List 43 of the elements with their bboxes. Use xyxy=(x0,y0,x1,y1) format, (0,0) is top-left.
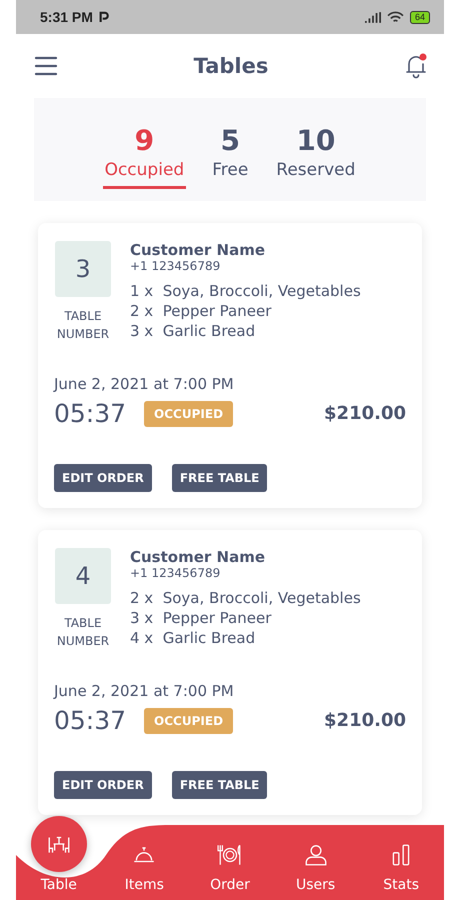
notification-bell-icon[interactable] xyxy=(404,53,428,79)
elapsed-timer: 05:37 xyxy=(54,399,126,428)
page-title: Tables xyxy=(194,54,268,78)
app-notification-icon xyxy=(98,11,109,23)
order-item: 2 x Pepper Paneer xyxy=(130,301,272,321)
edit-order-button[interactable]: EDIT ORDER xyxy=(54,464,152,492)
customer-phone: +1 123456789 xyxy=(130,259,222,273)
order-item: 1 x Soya, Broccoli, Vegetables xyxy=(130,281,361,301)
elapsed-timer: 05:37 xyxy=(54,706,126,735)
nav-tab[interactable]: Stats xyxy=(358,801,444,900)
order-item: 3 x Garlic Bread xyxy=(130,321,256,341)
status-tab[interactable]: 9 Occupied xyxy=(102,124,186,189)
status-tab[interactable]: 5 Free xyxy=(210,124,250,189)
table-number-label: TABLE NUMBER xyxy=(56,308,110,343)
free-table-button[interactable]: FREE TABLE xyxy=(172,771,268,799)
edit-order-button[interactable]: EDIT ORDER xyxy=(54,771,152,799)
user-icon xyxy=(302,842,329,868)
status-badge: OCCUPIED xyxy=(144,708,234,734)
table-number: 3 xyxy=(55,241,111,297)
order-total: $210.00 xyxy=(324,403,406,424)
nav-tab[interactable]: Order xyxy=(187,801,273,900)
status-tab[interactable]: 10 Reserved xyxy=(274,124,358,189)
signal-icon xyxy=(364,12,381,22)
table-number-label: TABLE NUMBER xyxy=(56,615,110,650)
customer-phone: +1 123456789 xyxy=(130,566,222,580)
status-badge: OCCUPIED xyxy=(144,400,234,426)
customer-name: Customer Name xyxy=(130,548,266,566)
order-item: 2 x Soya, Broccoli, Vegetables xyxy=(130,588,361,608)
wifi-icon xyxy=(386,10,404,24)
order-item: 3 x Pepper Paneer xyxy=(130,608,272,628)
order-total: $210.00 xyxy=(324,710,406,731)
nav-tab[interactable]: Table xyxy=(16,801,102,900)
nav-tab[interactable]: Items xyxy=(102,801,188,900)
battery-indicator: 64 xyxy=(410,10,430,24)
order-date: June 2, 2021 at 7:00 PM xyxy=(54,682,235,700)
status-time: 5:31 PM xyxy=(40,9,93,25)
customer-name: Customer Name xyxy=(130,241,266,259)
table-number: 4 xyxy=(55,548,111,604)
order-item: 4 x Garlic Bread xyxy=(130,628,256,648)
nav-tab[interactable]: Users xyxy=(272,801,358,900)
free-table-button[interactable]: FREE TABLE xyxy=(172,464,268,492)
plate-cutlery-icon xyxy=(216,842,243,868)
order-date: June 2, 2021 at 7:00 PM xyxy=(54,375,235,393)
